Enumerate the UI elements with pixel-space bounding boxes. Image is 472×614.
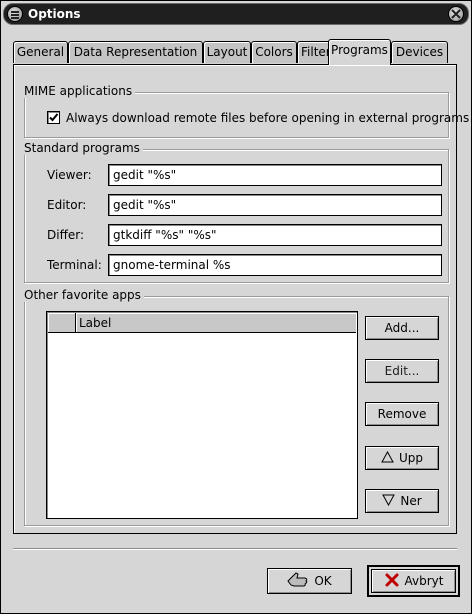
differ-label: Differ: <box>47 228 84 242</box>
standard-programs-title: Standard programs <box>24 141 143 155</box>
window-menu-icon[interactable] <box>7 6 23 22</box>
favorite-apps-list[interactable]: Label <box>46 311 358 519</box>
tab-data-representation[interactable]: Data Representation <box>68 41 203 63</box>
title-bar[interactable]: Options <box>3 3 469 25</box>
down-triangle-icon <box>382 494 396 509</box>
tab-layout[interactable]: Layout <box>203 41 251 63</box>
list-header-icon-column[interactable] <box>48 313 76 333</box>
remove-button-label: Remove <box>377 407 427 421</box>
differ-field[interactable] <box>108 224 442 246</box>
tab-programs[interactable]: Programs <box>328 39 391 65</box>
edit-button-label: Edit... <box>384 364 420 378</box>
editor-label: Editor: <box>47 198 87 212</box>
footer-separator <box>13 548 457 550</box>
add-button-label: Add... <box>384 321 420 335</box>
options-dialog: Options General Data Representation Layo… <box>0 0 472 614</box>
mime-applications-title: MIME applications <box>24 84 136 98</box>
up-button[interactable]: Upp <box>365 446 439 470</box>
window-title: Options <box>28 7 81 21</box>
viewer-field[interactable] <box>108 164 442 186</box>
download-remote-checkbox[interactable] <box>47 111 60 124</box>
close-icon[interactable] <box>448 6 464 22</box>
remove-button[interactable]: Remove <box>365 402 439 426</box>
favorite-apps-title: Other favorite apps <box>24 288 144 302</box>
edit-button[interactable]: Edit... <box>365 359 439 383</box>
terminal-field[interactable] <box>108 254 442 276</box>
cross-icon <box>384 572 400 591</box>
editor-field[interactable] <box>108 194 442 216</box>
thumbs-up-icon <box>287 571 309 591</box>
up-triangle-icon <box>381 450 394 466</box>
down-button-label: Ner <box>400 494 422 508</box>
up-button-label: Upp <box>398 451 424 465</box>
tab-colors[interactable]: Colors <box>251 41 297 63</box>
viewer-label: Viewer: <box>47 168 92 182</box>
ok-button[interactable]: OK <box>267 568 352 594</box>
cancel-button[interactable]: Avbryt <box>371 569 456 593</box>
tab-devices[interactable]: Devices <box>391 41 448 63</box>
add-button[interactable]: Add... <box>365 316 439 340</box>
tab-general[interactable]: General <box>13 41 68 63</box>
ok-button-label: OK <box>314 574 332 588</box>
down-button[interactable]: Ner <box>365 489 439 513</box>
terminal-label: Terminal: <box>47 258 102 272</box>
cancel-button-label: Avbryt <box>404 574 444 588</box>
tab-strip: General Data Representation Layout Color… <box>13 39 457 65</box>
list-header-label-column[interactable]: Label <box>76 313 356 333</box>
download-remote-label[interactable]: Always download remote files before open… <box>66 111 469 125</box>
